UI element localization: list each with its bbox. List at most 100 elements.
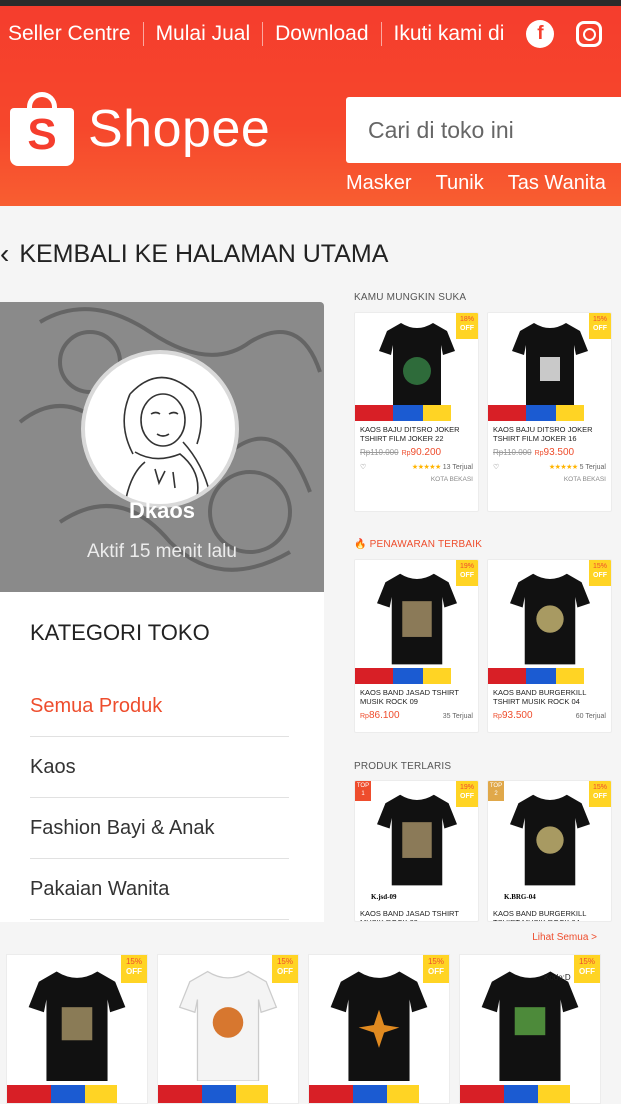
sold-count: 60 Terjual [575, 713, 606, 720]
category-fashion-bayi-anak[interactable]: Fashion Bayi & Anak [30, 798, 289, 859]
shop-active-status: Aktif 15 menit lalu [87, 541, 237, 562]
product-card[interactable]: TOP 1 19% OFF K.jsd-09 KAOS BAND JASAD TSH… [354, 780, 479, 922]
search-suggestions: Masker Tunik Tas Wanita [346, 172, 606, 195]
original-price: Rp110.000 [493, 448, 532, 457]
product-card[interactable]: 15% OFF KAOS BAND BURGERKILL TSHIRT MUSIK… [487, 559, 612, 733]
product-card[interactable]: 15% OFF [157, 954, 299, 1104]
shop-name: Dkaos [128, 498, 196, 523]
tshirt-icon [509, 794, 590, 886]
product-name: KAOS BAND JASAD TSHIRT MUSIK ROCK 09 [360, 688, 459, 706]
shop-categories: KATEGORI TOKO Semua Produk Kaos Fashion … [0, 592, 324, 922]
sold-count: 13 Terjual [442, 463, 473, 471]
see-all-link[interactable]: Lihat Semua > [532, 932, 597, 943]
discount-badge: 15% OFF [574, 955, 600, 983]
fire-icon: 🔥 [354, 539, 367, 550]
discount-badge: 15% OFF [589, 560, 611, 586]
search-input[interactable]: Cari di toko ini [346, 97, 621, 163]
product-card[interactable]: 15% OFF [308, 954, 450, 1104]
tshirt-icon [378, 323, 455, 409]
section-recommended-title: KAMU MUNGKIN SUKA [354, 292, 467, 303]
brand-name: Shopee [88, 100, 271, 158]
chevron-left-icon: ‹ [0, 238, 10, 269]
tshirt-icon [376, 794, 457, 886]
tshirt-icon [509, 573, 590, 665]
promo-banner [355, 668, 478, 684]
product-code: K.BRG-04 [504, 893, 536, 901]
discount-badge: 19% OFF [456, 781, 478, 807]
product-price: Rp90.200 [401, 447, 442, 458]
category-kaos[interactable]: Kaos [30, 737, 289, 798]
product-name: KAOS BAJU DITSRO JOKER TSHIRT FILM JOKER… [493, 425, 593, 443]
sold-count: 35 Terjual [442, 713, 473, 720]
shop-avatar[interactable] [81, 350, 239, 508]
discount-badge: 19% OFF [456, 560, 478, 586]
product-card[interactable]: Kode:D 15% OFF [459, 954, 601, 1104]
original-price: Rp110.000 [360, 448, 399, 457]
nav-seller-centre[interactable]: Seller Centre [8, 22, 143, 46]
back-to-home-link[interactable]: ‹ KEMBALI KE HALAMAN UTAMA [0, 238, 388, 270]
back-label: KEMBALI KE HALAMAN UTAMA [19, 239, 389, 268]
product-image: 18% OFF [355, 313, 478, 421]
product-image: 19% OFF [355, 560, 478, 684]
search-tag[interactable]: Tunik [436, 172, 484, 195]
section-best-seller-title: PRODUK TERLARIS [354, 761, 452, 772]
promo-banner [488, 668, 611, 684]
discount-badge: 15% OFF [272, 955, 298, 983]
tshirt-icon [481, 971, 579, 1081]
facebook-icon[interactable]: f [526, 20, 555, 48]
product-price: Rp86.100 [360, 710, 400, 721]
promo-banner [488, 405, 611, 421]
tshirt-icon [376, 573, 457, 665]
tshirt-icon [28, 971, 126, 1081]
tshirt-icon [330, 971, 428, 1081]
product-card[interactable]: 15% OFF [6, 954, 148, 1104]
discount-badge: 15% OFF [589, 781, 611, 807]
shopee-logo[interactable]: S Shopee [10, 92, 270, 166]
product-code: Kode:D [544, 973, 571, 982]
top-rank-badge: TOP 1 [355, 781, 371, 801]
promo-banner [355, 405, 478, 421]
nav-download[interactable]: Download [263, 22, 380, 46]
product-location: KOTA BEKASI [563, 476, 606, 483]
categories-title: KATEGORI TOKO [30, 620, 210, 645]
header: Seller Centre Mulai Jual Download Ikuti … [0, 6, 621, 206]
shopping-bag-icon: S [10, 92, 74, 166]
nav-mulai-jual[interactable]: Mulai Jual [144, 22, 263, 46]
top-nav: Seller Centre Mulai Jual Download Ikuti … [8, 20, 603, 48]
product-card[interactable]: TOP 2 15% OFF K.BRG-04 KAOS BAND BURGERKIL… [487, 780, 612, 922]
rating-stars: ★★★★★ [411, 464, 441, 471]
discount-badge: 15% OFF [121, 955, 147, 983]
category-pakaian-wanita[interactable]: Pakaian Wanita [30, 859, 289, 920]
tshirt-icon [178, 970, 278, 1081]
search-tag[interactable]: Masker [346, 172, 412, 195]
product-card[interactable]: 18% OFF KAOS BAJU DITSRO JOKER TSHIRT FIL… [354, 312, 479, 512]
product-card[interactable]: 19% OFF KAOS BAND JASAD TSHIRT MUSIK ROCK… [354, 559, 479, 733]
promo-banner [158, 1085, 298, 1103]
promo-banner [7, 1085, 147, 1103]
search-tag[interactable]: Tas Wanita [508, 172, 606, 195]
heart-icon[interactable]: ♡ [493, 463, 499, 471]
discount-badge: 15% OFF [423, 955, 449, 983]
category-all-products[interactable]: Semua Produk [30, 676, 289, 737]
product-image: 15% OFF [488, 560, 611, 684]
product-price: Rp93.500 [534, 447, 575, 458]
discount-badge: 15% OFF [589, 313, 611, 339]
instagram-icon[interactable] [576, 21, 603, 47]
product-name: KAOS BAND BURGERKILL TSHIRT MUSIK ROCK 0… [493, 909, 587, 921]
product-image: TOP 1 19% OFF K.jsd-09 [355, 781, 478, 905]
product-location: KOTA BEKASI [430, 476, 473, 483]
product-price: Rp93.500 [493, 710, 533, 721]
product-card[interactable]: 15% OFF KAOS BAJU DITSRO JOKER TSHIRT FIL… [487, 312, 612, 512]
product-image: 15% OFF [488, 313, 611, 421]
product-image: TOP 2 15% OFF K.BRG-04 [488, 781, 611, 905]
tshirt-icon [511, 323, 588, 409]
section-best-offer-title: 🔥 PENAWARAN TERBAIK [354, 539, 483, 550]
product-name: KAOS BAND BURGERKILL TSHIRT MUSIK ROCK 0… [493, 688, 587, 706]
promo-banner [460, 1085, 600, 1103]
nav-follow-us: Ikuti kami di [393, 22, 505, 45]
product-name: KAOS BAJU DITSRO JOKER TSHIRT FILM JOKER… [360, 425, 460, 443]
product-name: KAOS BAND JASAD TSHIRT MUSIK ROCK 09 [360, 909, 459, 921]
sold-count: 5 Terjual [579, 463, 606, 471]
promo-banner [309, 1085, 449, 1103]
heart-icon[interactable]: ♡ [360, 463, 366, 471]
